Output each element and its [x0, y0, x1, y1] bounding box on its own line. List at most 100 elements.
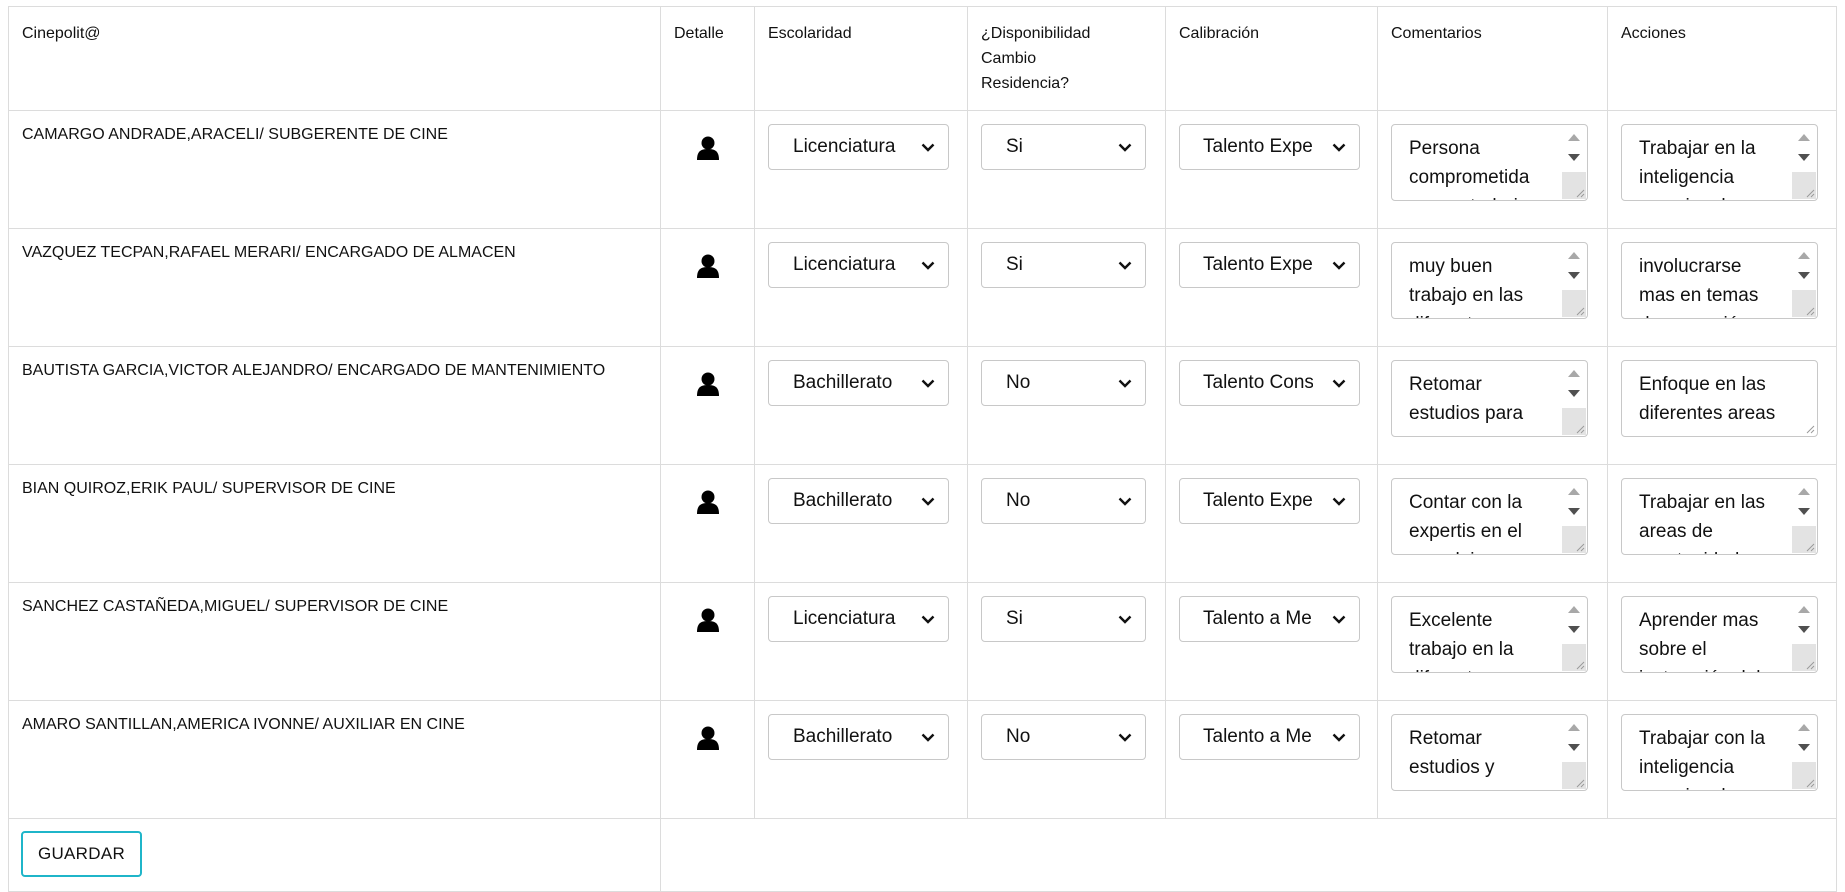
chevron-down-icon: [1115, 243, 1135, 287]
resize-grip-icon[interactable]: [1573, 422, 1585, 434]
scroll-up-arrow-icon[interactable]: [1568, 606, 1580, 613]
person-icon[interactable]: [696, 608, 719, 637]
disponibilidad-select[interactable]: Si: [981, 242, 1146, 288]
escolaridad-select[interactable]: Bachillerato: [768, 714, 949, 760]
scroll-up-arrow-icon[interactable]: [1568, 252, 1580, 259]
comentarios-textarea[interactable]: Persona comprometida con su trabajo: [1391, 124, 1588, 201]
escolaridad-cell: Bachillerato: [754, 700, 968, 819]
escolaridad-select[interactable]: Bachillerato: [768, 478, 949, 524]
escolaridad-select[interactable]: Licenciatura: [768, 124, 949, 170]
calibracion-cell: Talento Expe: [1165, 464, 1378, 583]
person-icon[interactable]: [696, 372, 719, 401]
escolaridad-select[interactable]: Licenciatura: [768, 596, 949, 642]
calibracion-cell: Talento Expe: [1165, 228, 1378, 347]
resize-grip-icon[interactable]: [1573, 540, 1585, 552]
comentario-line: muy buen: [1409, 256, 1493, 277]
person-icon[interactable]: [696, 136, 719, 165]
resize-grip-icon[interactable]: [1803, 658, 1815, 670]
escolaridad-cell: Licenciatura: [754, 110, 968, 229]
chevron-down-icon: [1329, 125, 1349, 169]
resize-grip-icon[interactable]: [1803, 776, 1815, 788]
disponibilidad-select[interactable]: Si: [981, 124, 1146, 170]
disponibilidad-value: No: [1006, 372, 1031, 393]
disponibilidad-select[interactable]: No: [981, 714, 1146, 760]
employee-name: CAMARGO ANDRADE,ARACELI/ SUBGERENTE DE C…: [8, 110, 661, 229]
disponibilidad-value: Si: [1006, 254, 1023, 275]
acciones-textarea[interactable]: Enfoque en las diferentes areas: [1621, 360, 1818, 437]
calibracion-select[interactable]: Talento Cons: [1179, 360, 1360, 406]
comentarios-textarea[interactable]: Retomar estudios y prepararse: [1391, 714, 1588, 791]
person-icon[interactable]: [696, 254, 719, 283]
resize-grip-icon[interactable]: [1803, 304, 1815, 316]
scroll-down-arrow-icon[interactable]: [1568, 154, 1580, 161]
calibracion-cell: Talento a Me: [1165, 582, 1378, 701]
acciones-textarea[interactable]: Trabajar en la inteligencia emocional: [1621, 124, 1818, 201]
resize-grip-icon[interactable]: [1803, 422, 1815, 434]
scroll-up-arrow-icon[interactable]: [1568, 370, 1580, 377]
disponibilidad-cell: Si: [967, 110, 1166, 229]
scroll-down-arrow-icon[interactable]: [1568, 272, 1580, 279]
scroll-down-arrow-icon[interactable]: [1568, 626, 1580, 633]
resize-grip-icon[interactable]: [1573, 776, 1585, 788]
scroll-down-arrow-icon[interactable]: [1798, 272, 1810, 279]
chevron-down-icon: [918, 715, 938, 759]
comentario-line: trabajo en la: [1409, 639, 1514, 660]
escolaridad-select[interactable]: Licenciatura: [768, 242, 949, 288]
calibracion-select[interactable]: Talento Expe: [1179, 242, 1360, 288]
acciones-textarea[interactable]: Trabajar con la inteligencia emocional: [1621, 714, 1818, 791]
acciones-textarea[interactable]: involucrarse mas en temas de operación: [1621, 242, 1818, 319]
comentarios-textarea[interactable]: Contar con la expertis en el complejo: [1391, 478, 1588, 555]
person-icon[interactable]: [696, 490, 719, 519]
acciones-cell: involucrarse mas en temas de operación: [1607, 228, 1837, 347]
acciones-textarea[interactable]: Trabajar en las areas de oportunidad: [1621, 478, 1818, 555]
comentarios-cell: Excelente trabajo en la diferentes: [1377, 582, 1608, 701]
calibracion-select[interactable]: Talento a Me: [1179, 714, 1360, 760]
resize-grip-icon[interactable]: [1803, 540, 1815, 552]
scroll-up-arrow-icon[interactable]: [1798, 724, 1810, 731]
scroll-up-arrow-icon[interactable]: [1568, 134, 1580, 141]
calibracion-cell: Talento a Me: [1165, 700, 1378, 819]
disponibilidad-select[interactable]: No: [981, 478, 1146, 524]
evaluation-table: Cinepolit@ Detalle Escolaridad ¿Disponib…: [8, 6, 1837, 892]
scroll-down-arrow-icon[interactable]: [1798, 508, 1810, 515]
disponibilidad-select[interactable]: No: [981, 360, 1146, 406]
acciones-cell: Enfoque en las diferentes areas: [1607, 346, 1837, 465]
calibracion-select[interactable]: Talento Expe: [1179, 124, 1360, 170]
accion-line: mas en temas: [1639, 285, 1759, 306]
comentarios-cell: Retomar estudios y prepararse: [1377, 700, 1608, 819]
scroll-up-arrow-icon[interactable]: [1798, 606, 1810, 613]
scroll-down-arrow-icon[interactable]: [1568, 390, 1580, 397]
scroll-up-arrow-icon[interactable]: [1568, 488, 1580, 495]
comentarios-textarea[interactable]: Retomar estudios para crecer: [1391, 360, 1588, 437]
scroll-down-arrow-icon[interactable]: [1798, 154, 1810, 161]
scroll-up-arrow-icon[interactable]: [1798, 252, 1810, 259]
calibracion-select[interactable]: Talento a Me: [1179, 596, 1360, 642]
accion-line: Aprender mas: [1639, 610, 1759, 631]
person-icon[interactable]: [696, 726, 719, 755]
scroll-up-arrow-icon[interactable]: [1798, 488, 1810, 495]
resize-grip-icon[interactable]: [1573, 304, 1585, 316]
employee-name: BAUTISTA GARCIA,VICTOR ALEJANDRO/ ENCARG…: [8, 346, 661, 465]
acciones-textarea[interactable]: Aprender mas sobre el instrucción del: [1621, 596, 1818, 673]
resize-grip-icon[interactable]: [1573, 186, 1585, 198]
comentarios-textarea[interactable]: Excelente trabajo en la diferentes: [1391, 596, 1588, 673]
resize-grip-icon[interactable]: [1573, 658, 1585, 670]
resize-grip-icon[interactable]: [1803, 186, 1815, 198]
acciones-cell: Trabajar en la inteligencia emocional: [1607, 110, 1837, 229]
scroll-down-arrow-icon[interactable]: [1568, 744, 1580, 751]
scroll-down-arrow-icon[interactable]: [1798, 626, 1810, 633]
accion-line: instrucción del: [1639, 664, 1779, 672]
escolaridad-select[interactable]: Bachillerato: [768, 360, 949, 406]
calibracion-select[interactable]: Talento Expe: [1179, 478, 1360, 524]
disponibilidad-select[interactable]: Si: [981, 596, 1146, 642]
scroll-down-arrow-icon[interactable]: [1568, 508, 1580, 515]
calibracion-value: Talento a Me: [1203, 726, 1312, 747]
save-button[interactable]: GUARDAR: [21, 831, 142, 877]
comentario-line: estudios y: [1409, 757, 1495, 778]
scroll-up-arrow-icon[interactable]: [1798, 134, 1810, 141]
comentarios-textarea[interactable]: muy buen trabajo en las diferentes: [1391, 242, 1588, 319]
scroll-up-arrow-icon[interactable]: [1568, 724, 1580, 731]
scroll-down-arrow-icon[interactable]: [1798, 744, 1810, 751]
comentario-line: con su trabajo: [1409, 192, 1549, 200]
chevron-down-icon: [1329, 479, 1349, 523]
